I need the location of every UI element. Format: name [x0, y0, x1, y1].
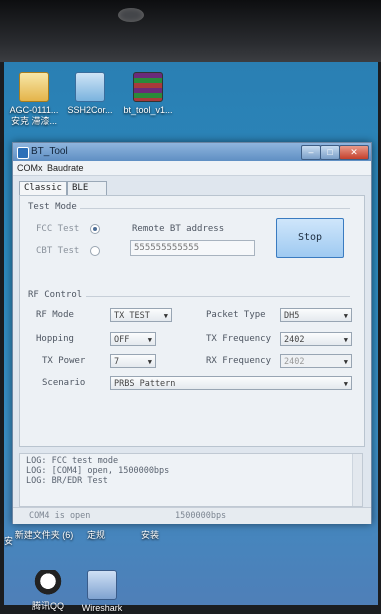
- desktop-icon-qq[interactable]: 腾讯QQ: [18, 570, 78, 612]
- chevron-down-icon: ▼: [343, 380, 348, 388]
- desktop-icon-folder[interactable]: 新建文件夹 (6): [14, 530, 74, 541]
- stop-button[interactable]: Stop: [276, 218, 344, 258]
- rf-control-heading: RF Control: [28, 290, 83, 300]
- test-mode-heading: Test Mode: [28, 202, 77, 212]
- terminal-icon: [75, 72, 105, 102]
- desktop-icon-label: 新建文件夹 (6): [14, 530, 74, 540]
- window-titlebar[interactable]: BT_Tool – □ ✕: [13, 143, 371, 161]
- hopping-select[interactable]: OFF ▼: [110, 332, 156, 346]
- chevron-down-icon: ▼: [147, 336, 152, 344]
- status-port: COM4 is open: [29, 511, 91, 521]
- menu-bar: COMx Baudrate: [13, 161, 371, 176]
- remote-bt-address-label: Remote BT address: [132, 224, 225, 234]
- desktop-icon-label: bt_tool_v1...: [123, 105, 173, 115]
- menu-comx[interactable]: COMx: [17, 163, 43, 173]
- group-divider: [86, 296, 350, 297]
- desktop-icon-wireshark[interactable]: Wireshark: [72, 570, 132, 614]
- desktop-icon-label: 安装: [140, 530, 159, 540]
- maximize-button[interactable]: □: [320, 145, 340, 160]
- rx-frequency-select[interactable]: 2402 ▼: [280, 354, 352, 368]
- log-line: LOG: BR/EDR Test: [26, 476, 108, 486]
- scenario-label: Scenario: [42, 378, 86, 388]
- desktop-edge-label: 安: [4, 536, 14, 546]
- close-button[interactable]: ✕: [339, 145, 369, 160]
- packet-type-select[interactable]: DH5 ▼: [280, 308, 352, 322]
- remote-bt-address-input[interactable]: 555555555555: [130, 240, 255, 256]
- hopping-label: Hopping: [36, 334, 74, 344]
- cbt-test-label: CBT Test: [36, 246, 80, 256]
- chevron-down-icon: ▼: [147, 358, 152, 366]
- packet-type-value: DH5: [284, 311, 300, 321]
- tx-frequency-select[interactable]: 2402 ▼: [280, 332, 352, 346]
- log-scrollbar[interactable]: [352, 454, 362, 506]
- status-baud: 1500000bps: [175, 511, 227, 521]
- rf-mode-value: TX TEST: [114, 311, 150, 321]
- app-icon: [87, 570, 117, 600]
- desktop-icon-label: AGC-0111... 安克 滞漆...: [9, 105, 59, 126]
- scenario-select[interactable]: PRBS Pattern ▼: [110, 376, 352, 390]
- desktop-icon-bt-tool-archive[interactable]: bt_tool_v1...: [118, 72, 178, 116]
- log-line: LOG: [COM4] open, 1500000bps: [26, 466, 170, 476]
- rf-mode-label: RF Mode: [36, 310, 74, 320]
- chevron-down-icon: ▼: [343, 336, 348, 344]
- window-title: BT_Tool: [31, 146, 68, 157]
- document-icon: [19, 72, 49, 102]
- packet-type-label: Packet Type: [206, 310, 266, 320]
- desktop-icon-ssh[interactable]: SSH2Cor...: [60, 72, 120, 116]
- menu-baudrate[interactable]: Baudrate: [47, 163, 84, 173]
- cbt-test-radio[interactable]: [90, 246, 100, 256]
- tx-power-value: 7: [114, 357, 120, 367]
- log-output[interactable]: LOG: FCC test mode LOG: [COM4] open, 150…: [19, 453, 363, 507]
- log-line: LOG: FCC test mode: [26, 456, 119, 466]
- desktop-icon-document[interactable]: AGC-0111... 安克 滞漆...: [4, 72, 64, 127]
- tx-frequency-label: TX Frequency: [206, 334, 272, 344]
- fcc-test-radio[interactable]: [90, 224, 100, 234]
- tab-classic[interactable]: Classic: [19, 181, 67, 196]
- bluetooth-app-icon: [17, 147, 29, 159]
- webcam: [118, 8, 144, 22]
- qq-icon: [34, 570, 62, 598]
- tx-power-select[interactable]: 7 ▼: [110, 354, 156, 368]
- hopping-value: OFF: [114, 335, 130, 345]
- status-bar: COM4 is open 1500000bps: [13, 507, 371, 524]
- tab-ble[interactable]: BLE: [67, 181, 107, 195]
- desktop-icon-label: 腾讯QQ: [31, 601, 64, 611]
- rx-frequency-value: 2402: [284, 357, 305, 367]
- tx-frequency-value: 2402: [284, 335, 305, 345]
- classic-panel: Test Mode FCC Test CBT Test Remote BT ad…: [19, 195, 365, 447]
- desktop-icon-label: SSH2Cor...: [67, 105, 113, 115]
- desktop-icon-app[interactable]: 定规: [66, 530, 126, 541]
- archive-icon: [133, 72, 163, 102]
- fcc-test-label: FCC Test: [36, 224, 80, 234]
- chevron-down-icon: ▼: [343, 358, 348, 366]
- group-divider: [80, 208, 350, 209]
- tx-power-label: TX Power: [42, 356, 86, 366]
- desktop-icon-app[interactable]: 安装: [120, 530, 180, 541]
- scenario-value: PRBS Pattern: [114, 379, 176, 389]
- rx-frequency-label: RX Frequency: [206, 356, 272, 366]
- minimize-button[interactable]: –: [301, 145, 321, 160]
- monitor-bezel: [0, 0, 381, 62]
- chevron-down-icon: ▼: [343, 312, 348, 320]
- bt-tool-window: BT_Tool – □ ✕ COMx Baudrate Classic BLE …: [12, 142, 372, 524]
- rf-mode-select[interactable]: TX TEST ▼: [110, 308, 172, 322]
- desktop-icon-label: 定规: [86, 530, 105, 540]
- desktop-bottom-icons: 安 新建文件夹 (6) 定规 安装 腾讯QQ Wireshark: [4, 530, 378, 613]
- chevron-down-icon: ▼: [163, 312, 168, 320]
